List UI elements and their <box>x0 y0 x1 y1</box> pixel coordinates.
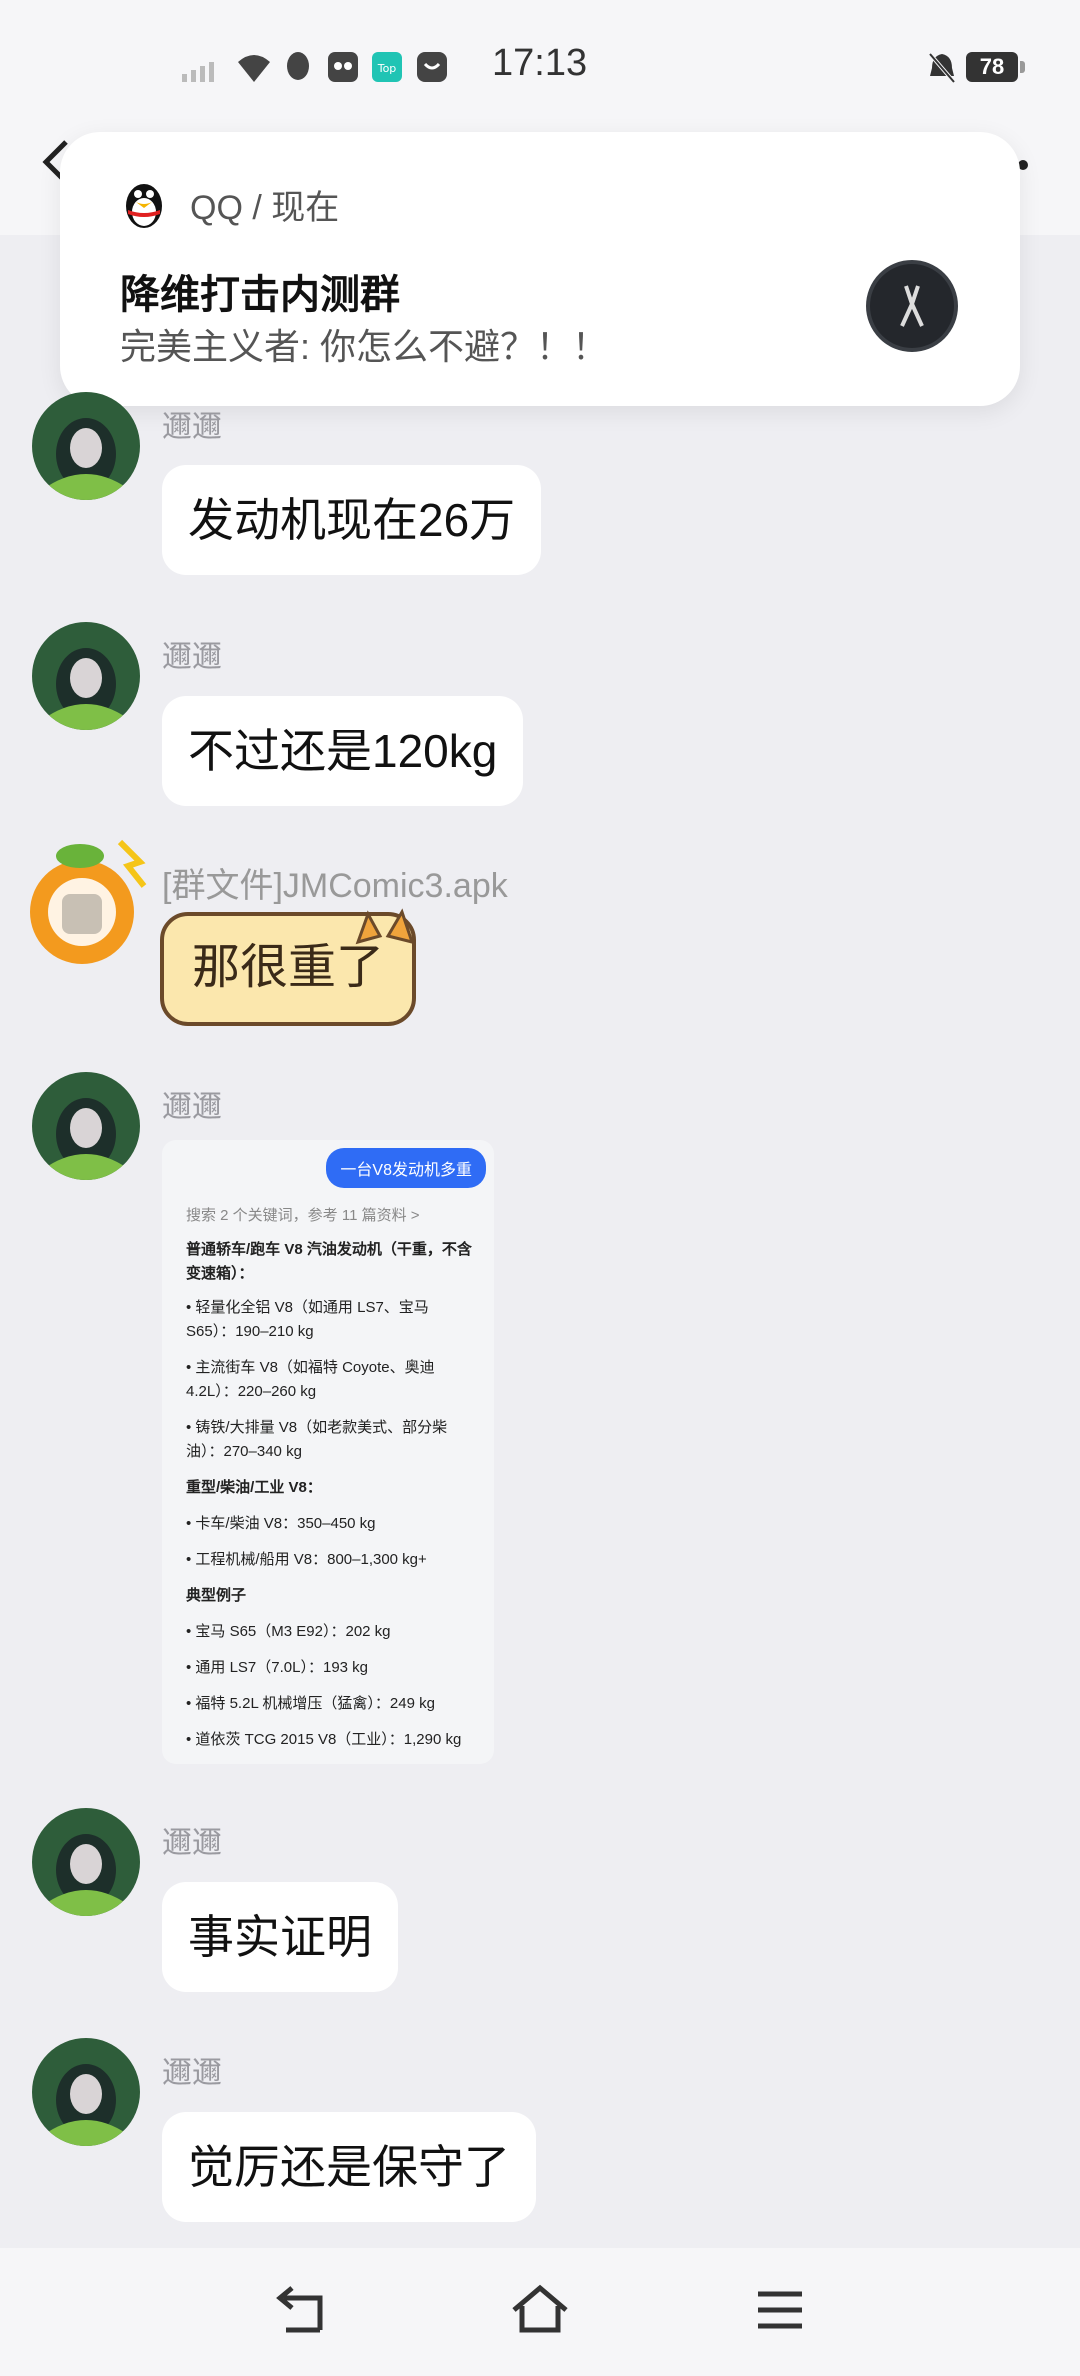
image-text-line: 4.2L）：220–260 kg <box>186 1383 317 1400</box>
image-text-line: • 通用 LS7（7.0L）：193 kg <box>186 1659 369 1676</box>
notification-app: QQ / 现在 <box>190 189 340 227</box>
message-bubble[interactable]: 事实证明 <box>162 1882 398 1992</box>
image-text-line: • 卡车/柴油 V8：350–450 kg <box>186 1515 376 1532</box>
back-nav-icon[interactable] <box>272 2284 328 2336</box>
avatar-image <box>32 622 140 730</box>
wifi-icon <box>238 55 270 82</box>
sender-name: 邇邇 <box>162 2057 222 2090</box>
image-text-line: • 主流街车 V8（如福特 Coyote、奥迪 <box>186 1359 435 1376</box>
tool-icon <box>900 285 924 327</box>
image-text-line: 变速箱）： <box>186 1265 254 1282</box>
notification-body: 完美主义者: 你怎么不避？！！ <box>120 326 609 367</box>
sender-name: 邇邇 <box>162 411 222 444</box>
sender-name: 邇邇 <box>162 641 222 674</box>
mute-bell-icon <box>928 52 956 84</box>
avatar-image <box>32 2038 140 2146</box>
home-nav-icon[interactable] <box>510 2282 570 2336</box>
search-meta: 搜索 2 个关键词，参考 11 篇资料 > <box>186 1207 420 1224</box>
sender-name: 邇邇 <box>162 1827 222 1860</box>
menu-nav-icon[interactable] <box>756 2288 804 2332</box>
notification-avatar <box>866 260 958 352</box>
message-bubble[interactable]: 不过还是120kg <box>162 696 524 806</box>
sender-name: 邇邇 <box>162 1091 222 1124</box>
top-app-icon: Top <box>372 52 402 82</box>
group-file-label[interactable]: [群文件]JMComic3.apk <box>162 858 508 907</box>
image-message[interactable]: 一台V8发动机多重 搜索 2 个关键词，参考 11 篇资料 > 普通轿车/跑车 … <box>162 1140 494 1764</box>
battery-icon: 78 <box>966 52 1025 82</box>
qq-penguin-icon <box>126 184 162 228</box>
image-text-line: 油）：270–340 kg <box>186 1443 302 1460</box>
search-query-chip: 一台V8发动机多重 <box>326 1148 486 1188</box>
message-app-icon <box>417 52 447 82</box>
avatar[interactable] <box>32 2038 140 2146</box>
svg-text:Top: Top <box>377 62 397 75</box>
avatar[interactable] <box>32 1072 140 1180</box>
orange-avatar-image <box>30 839 147 964</box>
image-text-line: • 宝马 S65（M3 E92）：202 kg <box>186 1623 391 1640</box>
message-bubble[interactable]: 觉厉还是保守了 <box>162 2112 536 2222</box>
image-text-line: • 轻量化全铝 V8（如通用 LS7、宝马 <box>186 1299 429 1316</box>
status-time: 17:13 <box>492 42 588 84</box>
avatar-image <box>32 1808 140 1916</box>
cat-ears-icon <box>355 908 415 945</box>
image-text-line: • 铸铁/大排量 V8（如老款美式、部分柴 <box>186 1419 448 1436</box>
avatar[interactable] <box>32 1808 140 1916</box>
app-icon <box>328 52 358 82</box>
avatar[interactable] <box>32 392 140 500</box>
image-text-line: • 福特 5.2L 机械增压（猛禽）：249 kg <box>186 1695 435 1712</box>
avatar[interactable] <box>32 622 140 730</box>
image-text-line: 普通轿车/跑车 V8 汽油发动机（干重，不含 <box>186 1241 472 1258</box>
image-text-line: 重型/柴油/工业 V8： <box>186 1479 322 1496</box>
qq-icon <box>287 52 309 80</box>
image-text-line: • 道依茨 TCG 2015 V8（工业）：1,290 kg <box>186 1731 462 1748</box>
signal-icon <box>182 62 214 82</box>
image-text-line: • 工程机械/船用 V8：800–1,300 kg+ <box>186 1551 427 1568</box>
message-bubble[interactable]: 发动机现在26万 <box>162 465 542 575</box>
avatar[interactable] <box>20 832 150 972</box>
notification-title: 降维打击内测群 <box>120 273 400 317</box>
avatar-image <box>32 392 140 500</box>
avatar-image <box>32 1072 140 1180</box>
image-text-line: 典型例子 <box>186 1587 247 1604</box>
image-text-line: S65）：190–210 kg <box>186 1323 314 1340</box>
